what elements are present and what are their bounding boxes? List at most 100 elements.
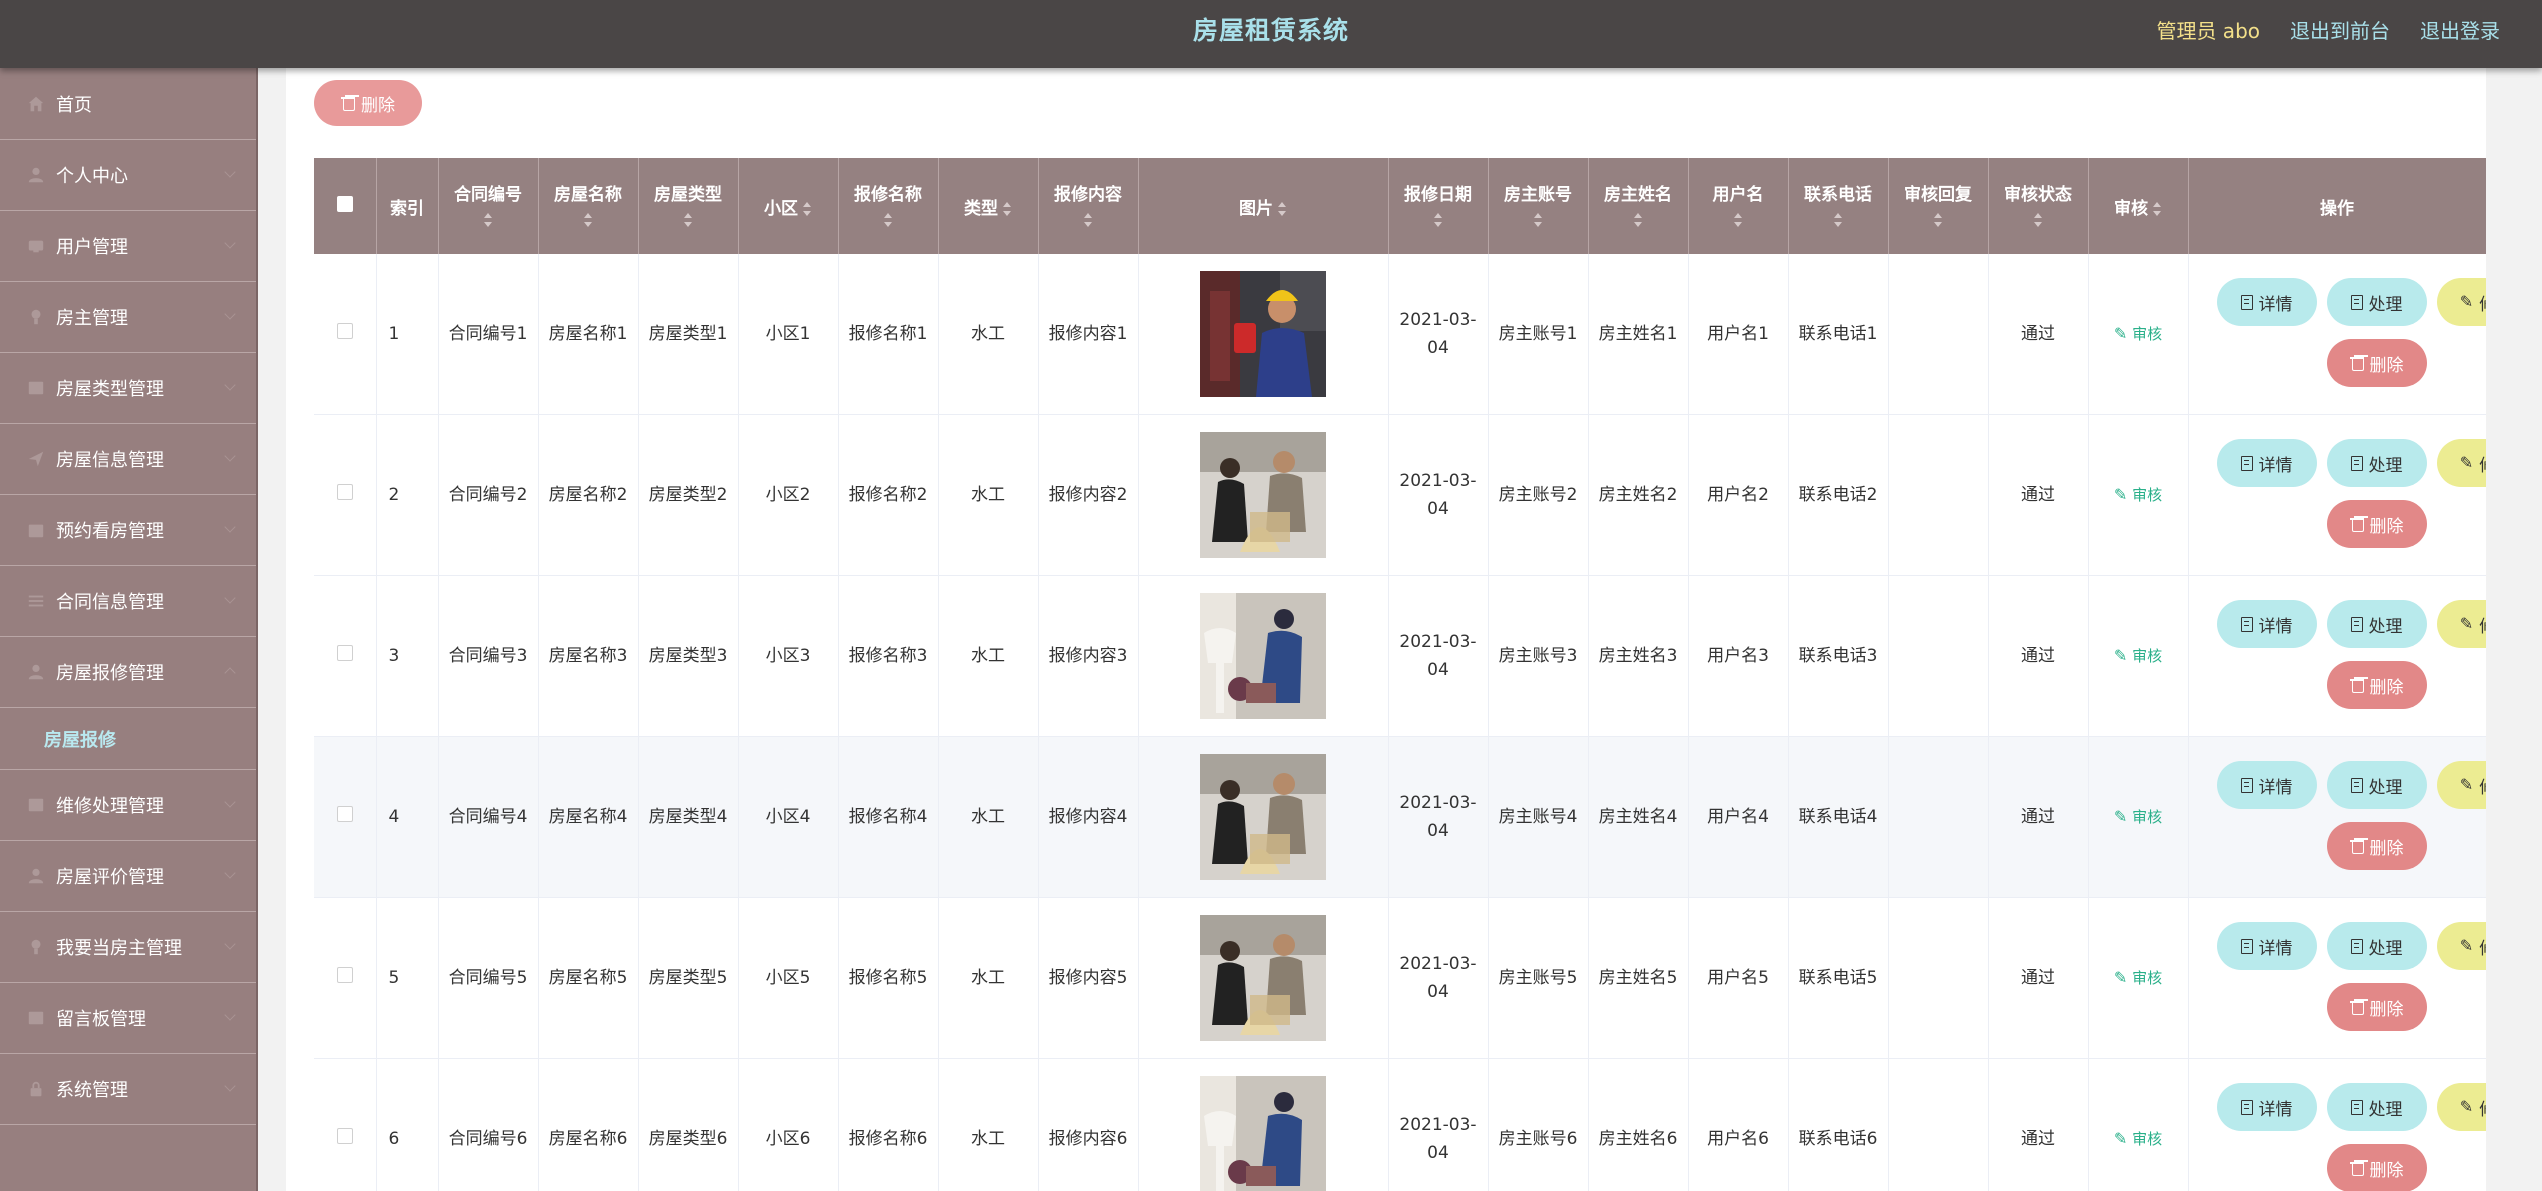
handle-button[interactable]: 处理 [2326,600,2427,648]
column-header-16[interactable]: 审核 [2088,158,2189,254]
audit-link[interactable]: ✎ 审核 [2114,968,2162,987]
to-front-link[interactable]: 退出到前台 [2290,0,2390,68]
column-header-3[interactable]: 房屋类型 [638,158,739,254]
column-header-10[interactable]: 房主账号 [1488,158,1589,254]
column-header-12[interactable]: 用户名 [1688,158,1789,254]
sort-icon[interactable] [1083,212,1093,228]
edit-button[interactable]: ✎ 修改 [2436,600,2486,648]
column-header-4[interactable]: 小区 [738,158,839,254]
sidebar-item-2[interactable]: 用户管理 [0,211,256,282]
sort-icon[interactable] [683,212,693,228]
repair-photo[interactable] [1200,754,1326,880]
row-checkbox-cell[interactable] [314,254,377,415]
submenu-item-repair[interactable]: 房屋报修 [0,708,256,770]
detail-button[interactable]: 详情 [2216,278,2317,326]
handle-button[interactable]: 处理 [2326,439,2427,487]
row-checkbox-cell[interactable] [314,414,377,576]
row-checkbox[interactable] [336,1128,353,1144]
sort-icon[interactable] [1933,212,1943,228]
handle-button[interactable]: 处理 [2326,922,2427,970]
batch-delete-button[interactable]: 删除 [314,80,422,126]
column-header-6[interactable]: 类型 [938,158,1039,254]
repair-photo[interactable] [1200,593,1326,719]
column-header-8[interactable]: 图片 [1138,158,1389,254]
sidebar-item-4[interactable]: 房屋类型管理 [0,353,256,424]
sidebar-item-7[interactable]: 合同信息管理 [0,566,256,637]
column-header-5[interactable]: 报修名称 [838,158,939,254]
sidebar-item-0[interactable]: 首页 [0,68,256,140]
column-header-1[interactable]: 合同编号 [438,158,539,254]
sort-icon[interactable] [883,212,893,228]
edit-button[interactable]: ✎ 修改 [2436,922,2486,970]
handle-button[interactable]: 处理 [2326,278,2427,326]
repair-photo[interactable] [1200,915,1326,1041]
repair-photo[interactable] [1200,1076,1326,1191]
sidebar-item-12[interactable]: 留言板管理 [0,983,256,1054]
select-all-checkbox[interactable] [336,195,353,212]
delete-button[interactable]: 删除 [2326,983,2427,1031]
sidebar-item-5[interactable]: 房屋信息管理 [0,424,256,495]
delete-button[interactable]: 删除 [2326,339,2427,387]
worker-photo[interactable] [1200,271,1326,397]
column-header-0[interactable]: 索引 [376,158,439,254]
logout-link[interactable]: 退出登录 [2420,0,2500,68]
row-checkbox[interactable] [336,484,353,500]
sort-icon[interactable] [1433,212,1443,228]
sort-icon[interactable] [1277,201,1287,217]
detail-button[interactable]: 详情 [2216,761,2317,809]
edit-button[interactable]: ✎ 修改 [2436,278,2486,326]
audit-link[interactable]: ✎ 审核 [2114,807,2162,826]
delete-button[interactable]: 删除 [2326,822,2427,870]
detail-button[interactable]: 详情 [2216,922,2317,970]
audit-link[interactable]: ✎ 审核 [2114,646,2162,665]
delete-button[interactable]: 删除 [2326,500,2427,548]
sort-icon[interactable] [2033,212,2043,228]
edit-button[interactable]: ✎ 修改 [2436,761,2486,809]
handle-button[interactable]: 处理 [2326,761,2427,809]
row-checkbox-cell[interactable] [314,575,377,737]
row-checkbox[interactable] [336,806,353,822]
audit-link[interactable]: ✎ 审核 [2114,485,2162,504]
row-checkbox-cell[interactable] [314,736,377,898]
select-all-checkbox-cell[interactable] [314,158,377,254]
sidebar-item-8[interactable]: 房屋报修管理 [0,637,256,708]
column-header-14[interactable]: 审核回复 [1888,158,1989,254]
row-checkbox[interactable] [336,645,353,661]
sidebar-item-13[interactable]: 系统管理 [0,1054,256,1125]
sort-icon[interactable] [1002,201,1012,217]
sidebar-item-9[interactable]: 维修处理管理 [0,770,256,841]
sidebar-item-10[interactable]: 房屋评价管理 [0,841,256,912]
column-header-2[interactable]: 房屋名称 [538,158,639,254]
column-header-11[interactable]: 房主姓名 [1588,158,1689,254]
sidebar-item-11[interactable]: 我要当房主管理 [0,912,256,983]
sort-icon[interactable] [2152,201,2162,217]
edit-button[interactable]: ✎ 修改 [2436,1083,2486,1131]
sort-icon[interactable] [583,212,593,228]
detail-button[interactable]: 详情 [2216,1083,2317,1131]
column-header-13[interactable]: 联系电话 [1788,158,1889,254]
row-checkbox-cell[interactable] [314,897,377,1059]
column-header-15[interactable]: 审核状态 [1988,158,2089,254]
audit-link[interactable]: ✎ 审核 [2114,324,2162,343]
edit-button[interactable]: ✎ 修改 [2436,439,2486,487]
sort-icon[interactable] [483,212,493,228]
column-header-9[interactable]: 报修日期 [1388,158,1489,254]
sort-icon[interactable] [1633,212,1643,228]
row-checkbox-cell[interactable] [314,1058,377,1191]
sidebar-item-6[interactable]: 预约看房管理 [0,495,256,566]
sidebar-item-1[interactable]: 个人中心 [0,140,256,211]
delete-button[interactable]: 删除 [2326,1144,2427,1191]
sidebar-item-3[interactable]: 房主管理 [0,282,256,353]
detail-button[interactable]: 详情 [2216,439,2317,487]
sort-icon[interactable] [802,201,812,217]
row-checkbox[interactable] [336,967,353,983]
row-checkbox[interactable] [336,323,353,339]
column-header-7[interactable]: 报修内容 [1038,158,1139,254]
sort-icon[interactable] [1533,212,1543,228]
audit-link[interactable]: ✎ 审核 [2114,1129,2162,1148]
sort-icon[interactable] [1733,212,1743,228]
delete-button[interactable]: 删除 [2326,661,2427,709]
repair-photo[interactable] [1200,432,1326,558]
detail-button[interactable]: 详情 [2216,600,2317,648]
handle-button[interactable]: 处理 [2326,1083,2427,1131]
